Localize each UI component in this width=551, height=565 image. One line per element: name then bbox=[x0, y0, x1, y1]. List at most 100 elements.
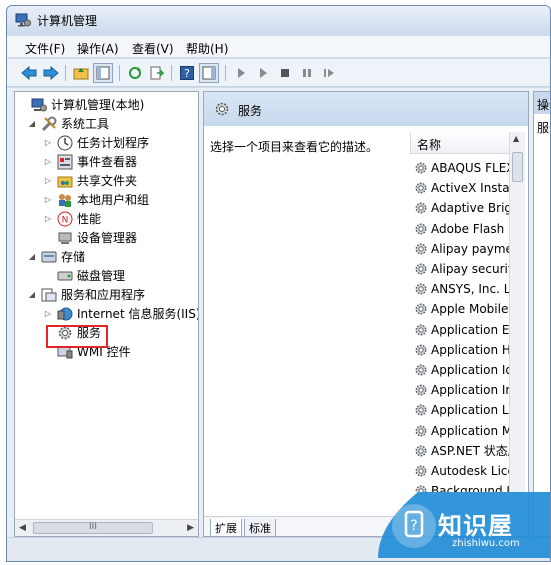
menu-bar: 文件(F) 操作(A) 查看(V) 帮助(H) bbox=[7, 36, 550, 58]
gear-icon bbox=[415, 182, 427, 194]
expanded-arrow-icon[interactable]: ◢ bbox=[27, 252, 37, 261]
export-list-icon[interactable] bbox=[147, 63, 167, 83]
service-row[interactable]: Application Host bbox=[414, 340, 523, 360]
tree-label: 任务计划程序 bbox=[77, 136, 150, 150]
actions-services-group[interactable]: 服务 bbox=[537, 119, 550, 136]
scroll-up-arrow-icon[interactable]: ▲ bbox=[513, 134, 519, 143]
tools-icon bbox=[41, 116, 57, 131]
service-row[interactable]: Autodesk Licensing bbox=[414, 461, 523, 481]
highlight-box bbox=[46, 325, 108, 348]
service-row[interactable]: Adaptive Brightness bbox=[414, 198, 523, 218]
gear-icon bbox=[415, 324, 427, 336]
collapsed-arrow-icon[interactable]: ▷ bbox=[43, 309, 53, 318]
computer-mgmt-icon bbox=[31, 98, 47, 111]
up-folder-icon[interactable] bbox=[71, 63, 91, 83]
start-service-icon[interactable] bbox=[231, 63, 251, 83]
tree-label: 本地用户和组 bbox=[77, 193, 150, 207]
menu-help[interactable]: 帮助(H) bbox=[186, 40, 228, 57]
services-pane: 服务 选择一个项目来查看它的描述。 ^ 名称 ABAQUS FLEXlm Acti… bbox=[203, 91, 529, 537]
tree-label: Internet 信息服务(IIS)管 bbox=[77, 307, 199, 321]
column-header-name[interactable]: ^ 名称 bbox=[410, 132, 523, 154]
tree-item-task-scheduler[interactable]: ▷ 任务计划程序 bbox=[43, 133, 149, 152]
gear-icon bbox=[415, 465, 427, 477]
show-hide-tree-icon[interactable] bbox=[93, 63, 113, 83]
service-row[interactable]: Adobe Flash Player bbox=[414, 219, 523, 239]
actions-pane-title: 操作 bbox=[537, 98, 550, 112]
help-icon[interactable]: ? bbox=[177, 63, 197, 83]
toolbar-separator bbox=[225, 65, 226, 81]
scroll-thumb[interactable]: III bbox=[33, 522, 153, 534]
scroll-left-arrow-icon[interactable]: ◀ bbox=[19, 523, 26, 533]
tree-label: 共享文件夹 bbox=[77, 174, 138, 188]
service-row[interactable]: Application Layer bbox=[414, 400, 523, 420]
gear-icon bbox=[415, 364, 427, 376]
tab-extended[interactable]: 扩展 bbox=[210, 519, 242, 536]
forward-arrow-icon[interactable] bbox=[41, 63, 61, 83]
tree-item-services-and-applications[interactable]: ◢ 服务和应用程序 bbox=[27, 285, 145, 304]
expanded-arrow-icon[interactable]: ◢ bbox=[27, 119, 37, 128]
tree-label: 计算机管理(本地) bbox=[51, 98, 145, 112]
scroll-right-arrow-icon[interactable]: ▶ bbox=[187, 523, 194, 533]
menu-view[interactable]: 查看(V) bbox=[132, 40, 174, 57]
tab-standard[interactable]: 标准 bbox=[244, 519, 276, 536]
tree-item-performance[interactable]: ▷ N 性能 bbox=[43, 209, 101, 228]
tree-item-local-users-groups[interactable]: ▷ 本地用户和组 bbox=[43, 190, 149, 209]
console-tree: 计算机管理(本地) ◢ 系统工具 ▷ 任务计划程序 ▷ 事件查看器 ▷ 共享文件… bbox=[14, 91, 199, 537]
service-row[interactable]: Application Management bbox=[414, 421, 523, 441]
performance-icon: N bbox=[57, 211, 73, 226]
restart-service-icon[interactable] bbox=[319, 63, 339, 83]
service-row[interactable]: Application Identity bbox=[414, 360, 523, 380]
service-row[interactable]: Application Information bbox=[414, 380, 523, 400]
tree-label: 系统工具 bbox=[61, 117, 110, 131]
collapsed-arrow-icon[interactable]: ▷ bbox=[43, 195, 53, 204]
start-service-alt-icon[interactable] bbox=[253, 63, 273, 83]
back-arrow-icon[interactable] bbox=[19, 63, 39, 83]
tree-item-computer-management[interactable]: 计算机管理(本地) bbox=[17, 95, 144, 114]
expanded-arrow-icon[interactable]: ◢ bbox=[27, 290, 37, 299]
tree-label: 存储 bbox=[61, 250, 86, 264]
tree-horizontal-scrollbar[interactable]: ◀ III ▶ bbox=[15, 519, 198, 536]
refresh-icon[interactable] bbox=[125, 63, 145, 83]
service-row[interactable]: ABAQUS FLEXlm bbox=[414, 158, 523, 178]
watermark-url: zhishiwu.com bbox=[452, 538, 520, 549]
service-row[interactable]: ActiveX Installer bbox=[414, 178, 523, 198]
services-pane-title: 服务 bbox=[238, 104, 263, 118]
disk-icon bbox=[57, 271, 73, 280]
tree-item-system-tools[interactable]: ◢ 系统工具 bbox=[27, 114, 109, 133]
service-row[interactable]: Alipay security bbox=[414, 259, 523, 279]
service-row[interactable]: Alipay payment bbox=[414, 239, 523, 259]
tree-item-storage[interactable]: ◢ 存储 bbox=[27, 247, 85, 266]
show-hide-action-pane-icon[interactable] bbox=[199, 63, 219, 83]
pause-service-icon[interactable] bbox=[297, 63, 317, 83]
svg-text:N: N bbox=[62, 215, 69, 225]
device-manager-icon bbox=[58, 232, 72, 244]
services-list: ^ 名称 ABAQUS FLEXlm ActiveX Installer Adapt… bbox=[410, 132, 523, 492]
stop-service-icon[interactable] bbox=[275, 63, 295, 83]
svg-text:?: ? bbox=[184, 67, 190, 80]
service-row[interactable]: Apple Mobile Device bbox=[414, 299, 523, 319]
gear-icon bbox=[415, 202, 427, 214]
gear-icon bbox=[415, 445, 427, 457]
collapsed-arrow-icon[interactable]: ▷ bbox=[43, 157, 53, 166]
tree-item-device-manager[interactable]: 设备管理器 bbox=[57, 228, 137, 247]
scroll-thumb[interactable] bbox=[512, 152, 523, 182]
services-vertical-scrollbar[interactable]: ▲ bbox=[509, 132, 525, 492]
tree-item-event-viewer[interactable]: ▷ 事件查看器 bbox=[43, 152, 137, 171]
service-row[interactable]: ANSYS, Inc. License bbox=[414, 279, 523, 299]
tree-item-disk-management[interactable]: 磁盘管理 bbox=[57, 266, 125, 285]
gear-icon bbox=[415, 162, 427, 174]
service-row[interactable]: Application Experience bbox=[414, 320, 523, 340]
menu-file[interactable]: 文件(F) bbox=[25, 40, 65, 57]
tree-label: 服务和应用程序 bbox=[61, 288, 146, 302]
event-viewer-icon bbox=[57, 154, 73, 169]
computer-management-window: 计算机管理 文件(F) 操作(A) 查看(V) 帮助(H) ? 计算机管理(本地… bbox=[6, 5, 551, 562]
tree-item-shared-folders[interactable]: ▷ 共享文件夹 bbox=[43, 171, 137, 190]
window-title: 计算机管理 bbox=[37, 14, 98, 28]
collapsed-arrow-icon[interactable]: ▷ bbox=[43, 138, 53, 147]
menu-action[interactable]: 操作(A) bbox=[77, 40, 119, 57]
tree-item-iis[interactable]: ▷ Internet 信息服务(IIS)管 bbox=[43, 304, 199, 323]
collapsed-arrow-icon[interactable]: ▷ bbox=[43, 176, 53, 185]
collapsed-arrow-icon[interactable]: ▷ bbox=[43, 214, 53, 223]
service-row[interactable]: Background Intelligent bbox=[414, 481, 523, 492]
service-row[interactable]: ASP.NET 状态服务 bbox=[414, 441, 523, 461]
